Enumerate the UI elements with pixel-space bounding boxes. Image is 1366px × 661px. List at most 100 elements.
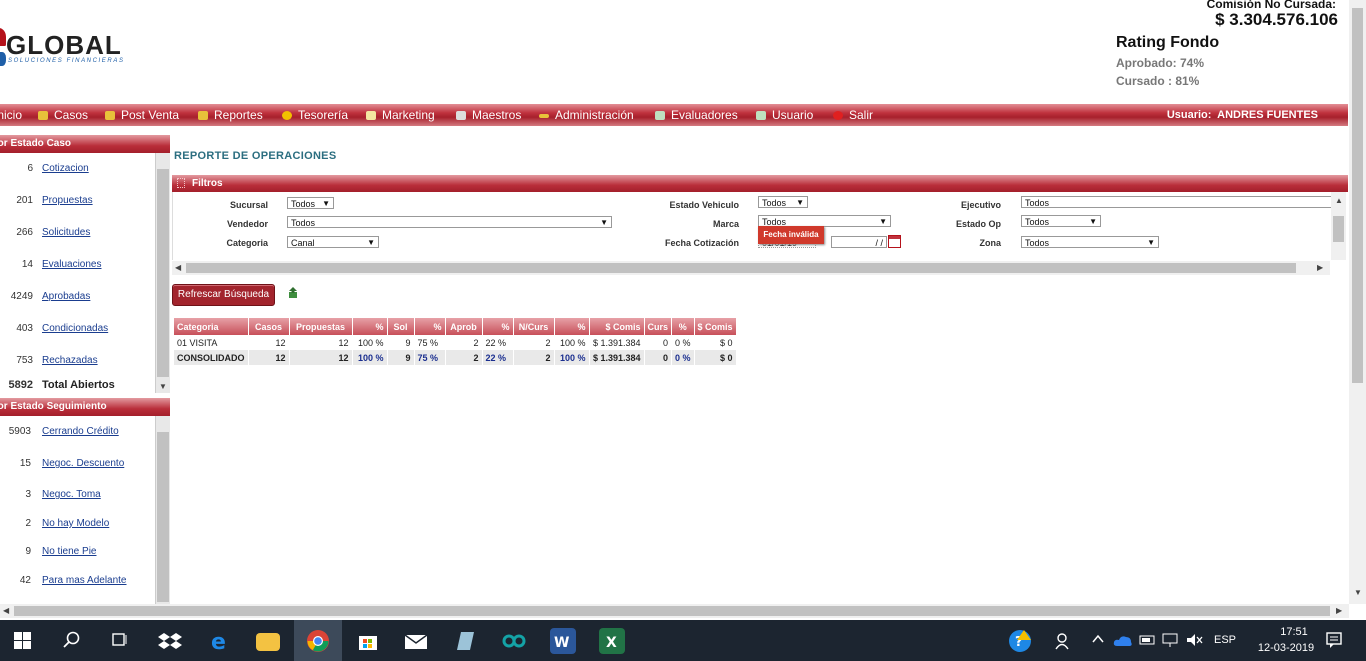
fecha-hasta-input[interactable]: / / [831, 236, 887, 248]
export-excel-icon[interactable] [287, 287, 299, 299]
item-link[interactable]: Aprobadas [42, 291, 90, 302]
scroll-up-icon[interactable]: ▲ [1335, 196, 1343, 205]
menu-marketing[interactable]: Marketing [366, 108, 435, 122]
col-header[interactable]: Aprob [445, 318, 483, 335]
menu-salir[interactable]: Salir [833, 108, 873, 122]
col-header[interactable]: % [482, 318, 514, 335]
vendedor-value: Todos [291, 218, 316, 228]
scrollbar-thumb[interactable] [1352, 8, 1363, 383]
estado-vehiculo-select[interactable]: Todos ▼ [758, 196, 808, 208]
col-header[interactable]: Propuestas [289, 318, 353, 335]
refresh-search-button[interactable]: Refrescar Búsqueda [172, 284, 275, 306]
menu-tesoreria[interactable]: Tesorería [282, 108, 348, 122]
menu-casos[interactable]: Casos [38, 108, 88, 122]
item-link[interactable]: Negoc. Descuento [42, 458, 124, 469]
onedrive-icon[interactable] [1113, 633, 1133, 647]
file-explorer-icon[interactable] [256, 633, 280, 651]
battery-icon[interactable] [1139, 633, 1157, 647]
folder-icon [105, 111, 115, 121]
col-header[interactable]: % [554, 318, 590, 335]
word-icon[interactable]: W [550, 628, 576, 654]
categoria-select[interactable]: Canal ▼ [287, 236, 379, 248]
item-link[interactable]: No tiene Pie [42, 546, 96, 557]
volume-muted-icon[interactable] [1185, 632, 1203, 648]
zona-select[interactable]: Todos ▼ [1021, 236, 1159, 248]
item-link[interactable]: Solicitudes [42, 227, 90, 238]
item-link[interactable]: Condicionadas [42, 323, 108, 334]
col-header[interactable]: $ Comis [694, 318, 737, 335]
excel-icon[interactable]: X [599, 628, 625, 654]
menu-administracion[interactable]: Administración [539, 108, 634, 122]
dropbox-icon[interactable] [157, 628, 183, 654]
sidebar-estado-caso-header: Por Estado Caso [0, 135, 170, 153]
menu-evaluadores[interactable]: Evaluadores [655, 108, 738, 122]
clock-time[interactable]: 17:51 [1266, 626, 1322, 638]
notes-app-icon[interactable] [452, 628, 478, 654]
sidebar-estado-caso-scrollbar[interactable]: ▼ [155, 153, 170, 393]
scrollbar-thumb[interactable] [157, 169, 169, 377]
item-link[interactable]: Negoc. Toma [42, 489, 101, 500]
chrome-browser-button[interactable] [294, 620, 342, 661]
sidebar-seguimiento-scrollbar[interactable] [155, 416, 170, 604]
menu-usuario[interactable]: Usuario [756, 108, 813, 122]
scrollbar-thumb[interactable] [1333, 216, 1344, 242]
scroll-left-icon[interactable]: ◀ [3, 606, 9, 615]
people-icon[interactable] [1055, 632, 1073, 650]
mail-icon[interactable] [403, 628, 429, 654]
vendedor-select[interactable]: Todos ▼ [287, 216, 612, 228]
arduino-icon[interactable] [501, 628, 527, 654]
cell: 2 [445, 350, 483, 365]
col-header[interactable]: Sol [387, 318, 415, 335]
col-header[interactable]: % [414, 318, 446, 335]
scrollbar-thumb[interactable] [157, 432, 169, 602]
estado-op-select[interactable]: Todos ▼ [1021, 215, 1101, 227]
col-header[interactable]: % [352, 318, 388, 335]
menu-inicio[interactable]: Inicio [0, 108, 22, 122]
filters-horizontal-scrollbar[interactable]: ◀ ▶ [172, 261, 1330, 275]
task-view-icon[interactable] [110, 631, 128, 649]
filters-header[interactable]: Filtros [172, 175, 1348, 192]
ejecutivo-select[interactable]: Todos [1021, 196, 1331, 208]
network-icon[interactable] [1161, 632, 1179, 648]
item-link[interactable]: Para mas Adelante [42, 575, 127, 586]
col-header[interactable]: % [671, 318, 695, 335]
chevron-up-icon[interactable] [1092, 634, 1104, 644]
store-icon[interactable] [355, 628, 381, 654]
scroll-down-icon[interactable]: ▼ [159, 382, 167, 391]
windows-start-icon[interactable] [14, 632, 31, 649]
notifications-icon[interactable] [1325, 631, 1343, 649]
help-warning-icon[interactable]: ? [1009, 630, 1031, 652]
page-vertical-scrollbar[interactable]: ▼ [1349, 0, 1366, 604]
menu-reportes[interactable]: Reportes [198, 108, 263, 122]
cell: 22 % [482, 350, 514, 365]
language-indicator[interactable]: ESP [1214, 634, 1236, 646]
scrollbar-thumb[interactable] [186, 263, 1296, 273]
scrollbar-thumb[interactable] [14, 606, 1330, 616]
categoria-label: Categoria [226, 238, 268, 248]
item-link[interactable]: Rechazadas [42, 355, 98, 366]
col-header[interactable]: Casos [248, 318, 290, 335]
global-logo[interactable]: GLOBAL SOLUCIONES FINANCIERAS [0, 26, 130, 72]
sucursal-select[interactable]: Todos ▼ [287, 197, 334, 209]
menu-post-venta[interactable]: Post Venta [105, 108, 179, 122]
edge-browser-icon[interactable]: e [207, 628, 233, 655]
item-link[interactable]: Propuestas [42, 195, 93, 206]
item-link[interactable]: Cerrando Crédito [42, 426, 119, 437]
scroll-left-icon[interactable]: ◀ [175, 263, 181, 272]
scroll-right-icon[interactable]: ▶ [1317, 263, 1323, 272]
menu-maestros[interactable]: Maestros [456, 108, 521, 122]
item-link[interactable]: Evaluaciones [42, 259, 101, 270]
item-link[interactable]: Cotizacion [42, 163, 89, 174]
filters-vertical-scrollbar[interactable]: ▲ [1331, 192, 1346, 260]
item-link[interactable]: No hay Modelo [42, 518, 109, 529]
scroll-right-icon[interactable]: ▶ [1336, 606, 1342, 615]
col-header[interactable]: Categoria [174, 318, 249, 335]
col-header[interactable]: N/Curs [513, 318, 555, 335]
col-header[interactable]: Curs [644, 318, 673, 335]
search-icon[interactable] [63, 631, 81, 649]
scroll-down-icon[interactable]: ▼ [1354, 588, 1362, 597]
calendar-icon[interactable] [888, 235, 901, 248]
page-horizontal-scrollbar[interactable]: ◀ ▶ [0, 604, 1349, 618]
col-header[interactable]: $ Comis [589, 318, 645, 335]
clock-date[interactable]: 12-03-2019 [1248, 642, 1324, 654]
